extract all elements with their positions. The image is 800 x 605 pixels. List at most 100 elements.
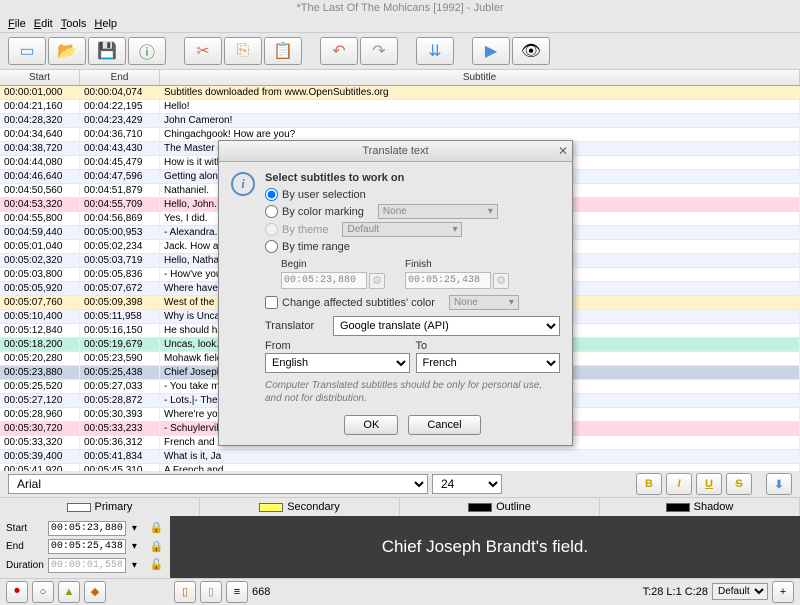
cell-end: 00:05:07,672 [80,282,160,296]
table-row[interactable]: 00:05:39,40000:05:41,834What is it, Ja [0,450,800,464]
font-select[interactable]: Arial [8,474,428,494]
status-bar: ⏺ ○ ▲ ◆ ▯ ▯ ≡ 668 T:28 L:1 C:28 Default … [0,578,800,605]
layout-3-icon[interactable]: ≡ [226,581,248,603]
radio-color-label[interactable]: By color marking [282,206,364,218]
cell-start: 00:04:44,080 [0,156,80,170]
duration-stepper[interactable]: ▾ [132,558,146,573]
table-row[interactable]: 00:04:21,16000:04:22,195Hello! [0,100,800,114]
cell-start: 00:05:07,760 [0,296,80,310]
sort-button[interactable]: ⇊ [416,37,454,65]
profile-select[interactable]: Default [712,583,768,600]
close-icon[interactable]: ✕ [558,144,568,158]
cell-sub: Hello! [160,100,800,114]
cell-end: 00:04:45,479 [80,156,160,170]
finish-label: Finish [405,259,509,270]
marker-2-icon[interactable]: ◆ [84,581,106,603]
cell-end: 00:05:41,834 [80,450,160,464]
cell-end: 00:05:36,312 [80,436,160,450]
from-select[interactable]: English [265,353,410,373]
cell-start: 00:05:27,120 [0,394,80,408]
preview-button[interactable]: 👁 [512,37,550,65]
cell-end: 00:00:04,074 [80,86,160,100]
cell-start: 00:05:20,280 [0,352,80,366]
radio-user-label[interactable]: By user selection [282,189,366,201]
menu-edit[interactable]: Edit [34,18,53,30]
copy-button[interactable]: ⎘ [224,37,262,65]
start-lock-icon[interactable]: 🔒 [150,520,164,537]
radio-time[interactable] [265,240,278,253]
begin-input[interactable] [281,272,367,289]
strike-button[interactable]: S [726,473,752,495]
end-lock-icon[interactable]: 🔒 [150,539,164,556]
color-tab-primary[interactable]: Primary [0,498,200,516]
save-button[interactable]: 💾 [88,37,126,65]
font-size-select[interactable]: 24 [432,474,502,494]
cell-sub: John Cameron! [160,114,800,128]
radio-theme-label: By theme [282,224,328,236]
end-stepper[interactable]: ▾ [132,539,146,554]
col-end[interactable]: End [80,70,160,85]
download-icon[interactable]: ⬇ [766,473,792,495]
color-tab-outline[interactable]: Outline [400,498,600,516]
table-row[interactable]: 00:05:41,92000:05:45,310A French and [0,464,800,471]
layout-1-icon[interactable]: ▯ [174,581,196,603]
undo-button[interactable]: ↶ [320,37,358,65]
main-toolbar: ▭ 📂 💾 ⓘ ✂ ⎘ 📋 ↶ ↷ ⇊ ▶ 👁 [0,33,800,70]
subtitle-preview[interactable]: Chief Joseph Brandt's field. [170,516,800,578]
finish-input[interactable] [405,272,491,289]
ok-button[interactable]: OK [344,415,398,435]
duration-lock-icon[interactable]: 🔓 [150,557,164,574]
color-tab-label: Shadow [694,501,734,513]
menu-tools[interactable]: Tools [61,18,87,30]
duration-label: Duration [6,558,44,573]
new-button[interactable]: ▭ [8,37,46,65]
translator-select[interactable]: Google translate (API) [333,316,560,336]
translate-dialog: Translate text ✕ i Select subtitles to w… [218,140,573,446]
add-button[interactable]: + [772,581,794,603]
change-color-label[interactable]: Change affected subtitles' color [282,297,435,309]
menu-help[interactable]: Help [94,18,117,30]
redo-button[interactable]: ↷ [360,37,398,65]
record-icon[interactable]: ⏺ [6,581,28,603]
play-button[interactable]: ▶ [472,37,510,65]
cell-end: 00:05:11,958 [80,310,160,324]
cell-start: 00:04:59,440 [0,226,80,240]
change-color-checkbox[interactable] [265,296,278,309]
cancel-button[interactable]: Cancel [408,415,480,435]
duration-input[interactable] [48,558,126,573]
bold-button[interactable]: B [636,473,662,495]
radio-time-label[interactable]: By time range [282,241,350,253]
col-subtitle[interactable]: Subtitle [160,70,800,85]
cell-end: 00:04:43,430 [80,142,160,156]
swatch-icon [259,503,283,512]
cut-button[interactable]: ✂ [184,37,222,65]
italic-button[interactable]: I [666,473,692,495]
cell-start: 00:05:28,960 [0,408,80,422]
start-input[interactable] [48,521,126,536]
marker-1-icon[interactable]: ▲ [58,581,80,603]
underline-button[interactable]: U [696,473,722,495]
radio-user-selection[interactable] [265,188,278,201]
start-stepper[interactable]: ▾ [132,521,146,536]
to-select[interactable]: French [416,353,561,373]
table-row[interactable]: 00:00:01,00000:00:04,074Subtitles downlo… [0,86,800,100]
radio-color[interactable] [265,205,278,218]
cell-start: 00:04:46,640 [0,170,80,184]
table-row[interactable]: 00:04:28,32000:04:23,429John Cameron! [0,114,800,128]
cell-start: 00:05:10,400 [0,310,80,324]
open-button[interactable]: 📂 [48,37,86,65]
menu-file[interactable]: File [8,18,26,30]
info-button[interactable]: ⓘ [128,37,166,65]
start-label: Start [6,521,44,536]
begin-label: Begin [281,259,385,270]
end-input[interactable] [48,539,126,554]
layout-2-icon[interactable]: ▯ [200,581,222,603]
cell-end: 00:05:30,393 [80,408,160,422]
stop-icon[interactable]: ○ [32,581,54,603]
cell-sub: What is it, Ja [160,450,800,464]
color-tab-label: Secondary [287,501,340,513]
paste-button[interactable]: 📋 [264,37,302,65]
col-start[interactable]: Start [0,70,80,85]
color-tab-secondary[interactable]: Secondary [200,498,400,516]
color-tab-shadow[interactable]: Shadow [600,498,800,516]
